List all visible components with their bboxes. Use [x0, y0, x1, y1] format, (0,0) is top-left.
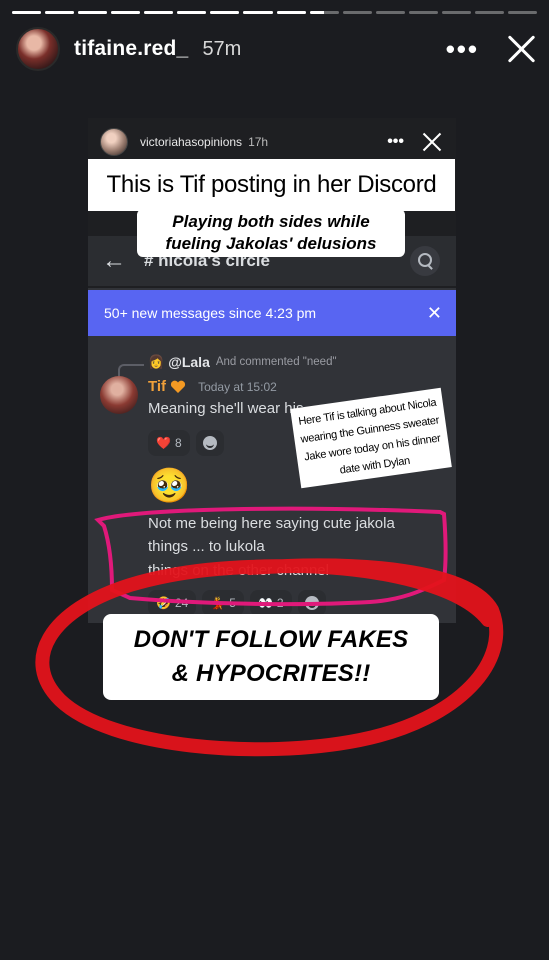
inner-post-time: 17h	[248, 135, 269, 149]
reaction-count: 24	[174, 596, 189, 610]
inner-story-header: victoriahasopinions 17h •••	[100, 126, 448, 158]
reaction-emoji: 💃	[210, 596, 226, 610]
reaction-heart: ❤️ 8	[148, 430, 190, 456]
callout-caption: DON'T FOLLOW FAKES & HYPOCRITES!!	[103, 614, 439, 700]
add-reaction-icon	[195, 430, 224, 456]
progress-fill	[177, 11, 207, 14]
post-time: 57m	[202, 37, 242, 60]
progress-segment	[177, 11, 207, 14]
message-header: Tif Today at 15:02	[148, 378, 277, 395]
progress-fill	[12, 11, 42, 14]
explanation-text: Here Tif is talking about Nicola wearing…	[297, 396, 442, 477]
progress-segment	[375, 11, 405, 14]
avatar[interactable]	[16, 27, 60, 71]
progress-fill	[144, 11, 174, 14]
close-icon[interactable]	[505, 33, 537, 65]
search-icon	[410, 246, 440, 276]
callout-line-1: DON'T FOLLOW FAKES	[133, 626, 409, 653]
new-messages-text: 50+ new messages since 4:23 pm	[104, 305, 317, 321]
reply-avatar-icon: 👩	[148, 354, 165, 369]
banner-close-icon: ✕	[426, 302, 442, 323]
progress-segment	[342, 11, 372, 14]
reaction-emoji: ❤️	[156, 436, 171, 450]
progress-segment	[111, 11, 141, 14]
progress-segment	[45, 11, 75, 14]
reply-name: @Lala	[168, 354, 210, 370]
reaction-laugh: 🤣 24	[148, 590, 197, 616]
progress-fill	[45, 11, 75, 14]
reaction-count: 8	[174, 436, 182, 450]
message-text-2-line-3: things on the other channel	[148, 562, 329, 579]
callout-line-2: & HYPOCRITES!!	[171, 660, 371, 687]
progress-segment	[276, 11, 306, 14]
inner-avatar	[100, 128, 128, 156]
title-text: This is Tif posting in her Discord	[106, 171, 437, 198]
reaction-emoji: 👀	[257, 596, 273, 610]
progress-segment	[441, 11, 471, 14]
progress-segment	[474, 11, 504, 14]
username[interactable]: tifaine.red_	[74, 37, 188, 61]
progress-segment	[309, 11, 339, 14]
pleading-face-emoji: 🥹	[148, 467, 191, 505]
more-options-icon[interactable]: •••	[446, 34, 479, 65]
message-author: Tif	[148, 378, 167, 395]
back-arrow-icon: ←	[102, 247, 126, 274]
message-text-1: Meaning she'll wear his	[148, 400, 304, 417]
progress-fill	[309, 11, 325, 14]
progress-segment	[78, 11, 108, 14]
subtitle-caption: Playing both sides while fueling Jakolas…	[137, 209, 405, 257]
progress-fill	[78, 11, 108, 14]
reaction-count: 2	[276, 596, 284, 610]
progress-segment	[210, 11, 240, 14]
story-header: tifaine.red_ 57m •••	[16, 26, 537, 72]
reaction-dance: 💃 5	[202, 590, 244, 616]
subtitle-text: Playing both sides while fueling Jakolas…	[165, 212, 377, 253]
progress-segment	[12, 11, 42, 14]
story-progress-bars	[12, 11, 537, 14]
reactions-row-2: 🤣 24 💃 5 👀 2	[148, 590, 326, 616]
new-messages-banner: 50+ new messages since 4:23 pm ✕	[88, 290, 456, 336]
message-text-2-line-2: things ... to lukola	[148, 538, 265, 555]
progress-segment	[408, 11, 438, 14]
title-caption: This is Tif posting in her Discord	[88, 159, 455, 211]
message-timestamp: Today at 15:02	[198, 379, 277, 394]
progress-segment	[144, 11, 174, 14]
reply-extra-text: And commented "need"	[215, 356, 337, 368]
progress-fill	[276, 11, 306, 14]
message-text-2-line-1: Not me being here saying cute jakola	[148, 515, 395, 532]
add-reaction-icon	[297, 590, 326, 616]
inner-close-icon	[422, 132, 442, 152]
orange-heart-icon	[170, 380, 186, 393]
reply-reference: 👩 @Lala And commented "need"	[148, 354, 337, 370]
progress-fill	[111, 11, 141, 14]
reaction-count: 5	[229, 596, 236, 610]
progress-fill	[243, 11, 273, 14]
progress-segment	[243, 11, 273, 14]
message-avatar	[100, 376, 138, 414]
reaction-eyes: 👀 2	[249, 590, 292, 616]
inner-more-icon: •••	[387, 133, 404, 150]
inner-username: victoriahasopinions	[140, 135, 243, 149]
progress-fill	[210, 11, 240, 14]
reactions-row-1: ❤️ 8	[148, 430, 224, 456]
progress-segment	[507, 11, 537, 14]
reaction-emoji: 🤣	[156, 596, 171, 610]
